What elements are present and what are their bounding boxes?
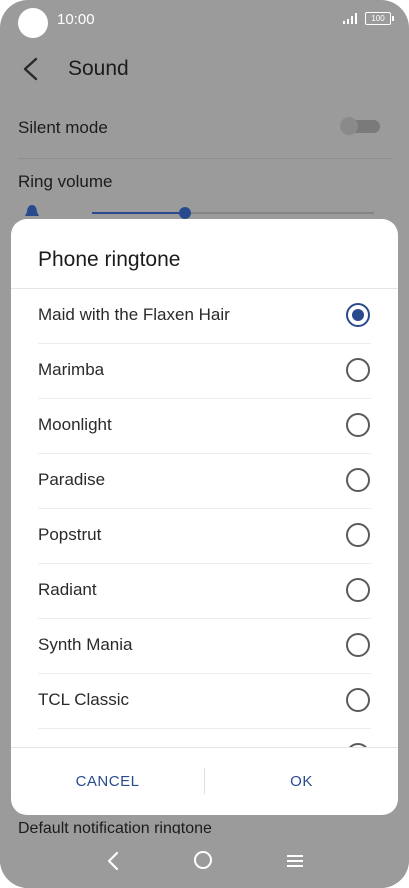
- ringtone-label: Marimba: [38, 360, 105, 379]
- silent-mode-label[interactable]: Silent mode: [18, 118, 108, 138]
- silent-mode-toggle[interactable]: [340, 117, 380, 135]
- status-bar: 10:00 100: [0, 0, 409, 40]
- toggle-knob: [340, 117, 358, 135]
- radio-button[interactable]: [346, 688, 370, 712]
- ringtone-option[interactable]: Popstrut: [11, 509, 398, 564]
- ring-volume-slider[interactable]: [92, 207, 374, 219]
- radio-button[interactable]: [346, 633, 370, 657]
- status-time: 10:00: [57, 11, 95, 28]
- cancel-button[interactable]: CANCEL: [11, 748, 204, 815]
- ringtone-label: Synth Mania: [38, 635, 133, 654]
- page-title: Sound: [68, 57, 129, 80]
- back-arrow-icon[interactable]: [18, 56, 44, 82]
- ringtone-option[interactable]: Paradise: [11, 454, 398, 509]
- ringtone-label: TCL Tune: [38, 729, 112, 747]
- ringtone-label: Paradise: [38, 470, 106, 489]
- navigation-bar: [0, 834, 409, 888]
- ringtone-label: Moonlight: [38, 415, 112, 434]
- nav-menu-icon[interactable]: [286, 854, 304, 868]
- signal-icon: [343, 13, 357, 24]
- ringtone-option[interactable]: Moonlight: [11, 399, 398, 454]
- radio-button[interactable]: [346, 413, 370, 437]
- ringtone-option[interactable]: TCL Tune: [11, 729, 398, 747]
- ringtone-option[interactable]: Synth Mania: [11, 619, 398, 674]
- radio-button[interactable]: [346, 468, 370, 492]
- radio-button[interactable]: [346, 358, 370, 382]
- battery-level: 100: [371, 14, 385, 23]
- nav-home-icon[interactable]: [194, 851, 212, 869]
- radio-button[interactable]: [346, 578, 370, 602]
- nav-back-icon[interactable]: [105, 851, 123, 871]
- ringtone-dialog: Phone ringtone Maid with the Flaxen Hair…: [11, 219, 398, 815]
- ringtone-option[interactable]: Marimba: [11, 344, 398, 399]
- ringtone-label: Radiant: [38, 580, 97, 599]
- ringtone-label: Popstrut: [38, 525, 102, 544]
- front-camera: [18, 8, 48, 38]
- dialog-title: Phone ringtone: [38, 248, 181, 271]
- app-bar: Sound: [0, 48, 409, 92]
- ringtone-option[interactable]: Maid with the Flaxen Hair: [11, 289, 398, 344]
- battery-icon: 100: [365, 12, 394, 25]
- ring-volume-label: Ring volume: [18, 172, 113, 191]
- divider: [18, 158, 391, 159]
- ringtone-label: TCL Classic: [38, 690, 129, 709]
- radio-button[interactable]: [346, 303, 370, 327]
- ring-volume-icon: [25, 205, 39, 216]
- ok-button[interactable]: OK: [205, 748, 398, 815]
- ringtone-list[interactable]: Maid with the Flaxen Hair Marimba Moonli…: [11, 289, 398, 747]
- slider-thumb[interactable]: [179, 207, 192, 219]
- slider-fill: [92, 212, 186, 214]
- ringtone-option[interactable]: Radiant: [11, 564, 398, 619]
- ringtone-label: Maid with the Flaxen Hair: [38, 305, 230, 324]
- phone-screen: 10:00 100 Sound Silent mode Ring volume …: [0, 0, 409, 888]
- radio-button[interactable]: [346, 523, 370, 547]
- ringtone-option[interactable]: TCL Classic: [11, 674, 398, 729]
